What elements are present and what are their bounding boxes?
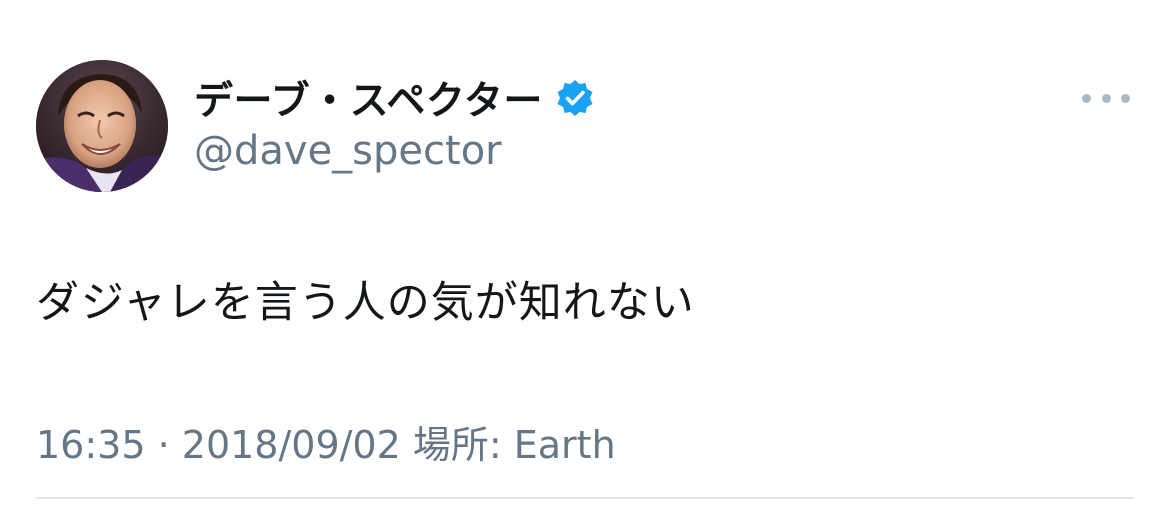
meta-separator: · [145,423,182,467]
tweet-text: ダジャレを言う人の気が知れない [36,278,695,328]
avatar-image [36,60,168,192]
author-handle[interactable]: @dave_spector [194,128,502,174]
verified-badge-icon [555,78,595,118]
tweet-time[interactable]: 16:35 [36,423,146,467]
tweet-date[interactable]: 2018/09/02 [182,423,401,467]
more-horizontal-icon[interactable] [1082,85,1130,111]
tweet-meta: 16:35 · 2018/09/02 場所: Earth [36,414,616,469]
avatar[interactable] [36,60,168,192]
more-dot [1082,93,1091,103]
author-name-row: デーブ・スペクター [194,72,595,124]
tweet-card: デーブ・スペクター @dave_spector ダジャレを言う人の気が知れない … [0,0,1169,507]
author-display-name[interactable]: デーブ・スペクター [194,70,543,126]
divider [36,497,1134,499]
more-dot [1101,93,1111,103]
tweet-location[interactable]: 場所: Earth [401,423,616,467]
more-dot [1121,93,1130,103]
